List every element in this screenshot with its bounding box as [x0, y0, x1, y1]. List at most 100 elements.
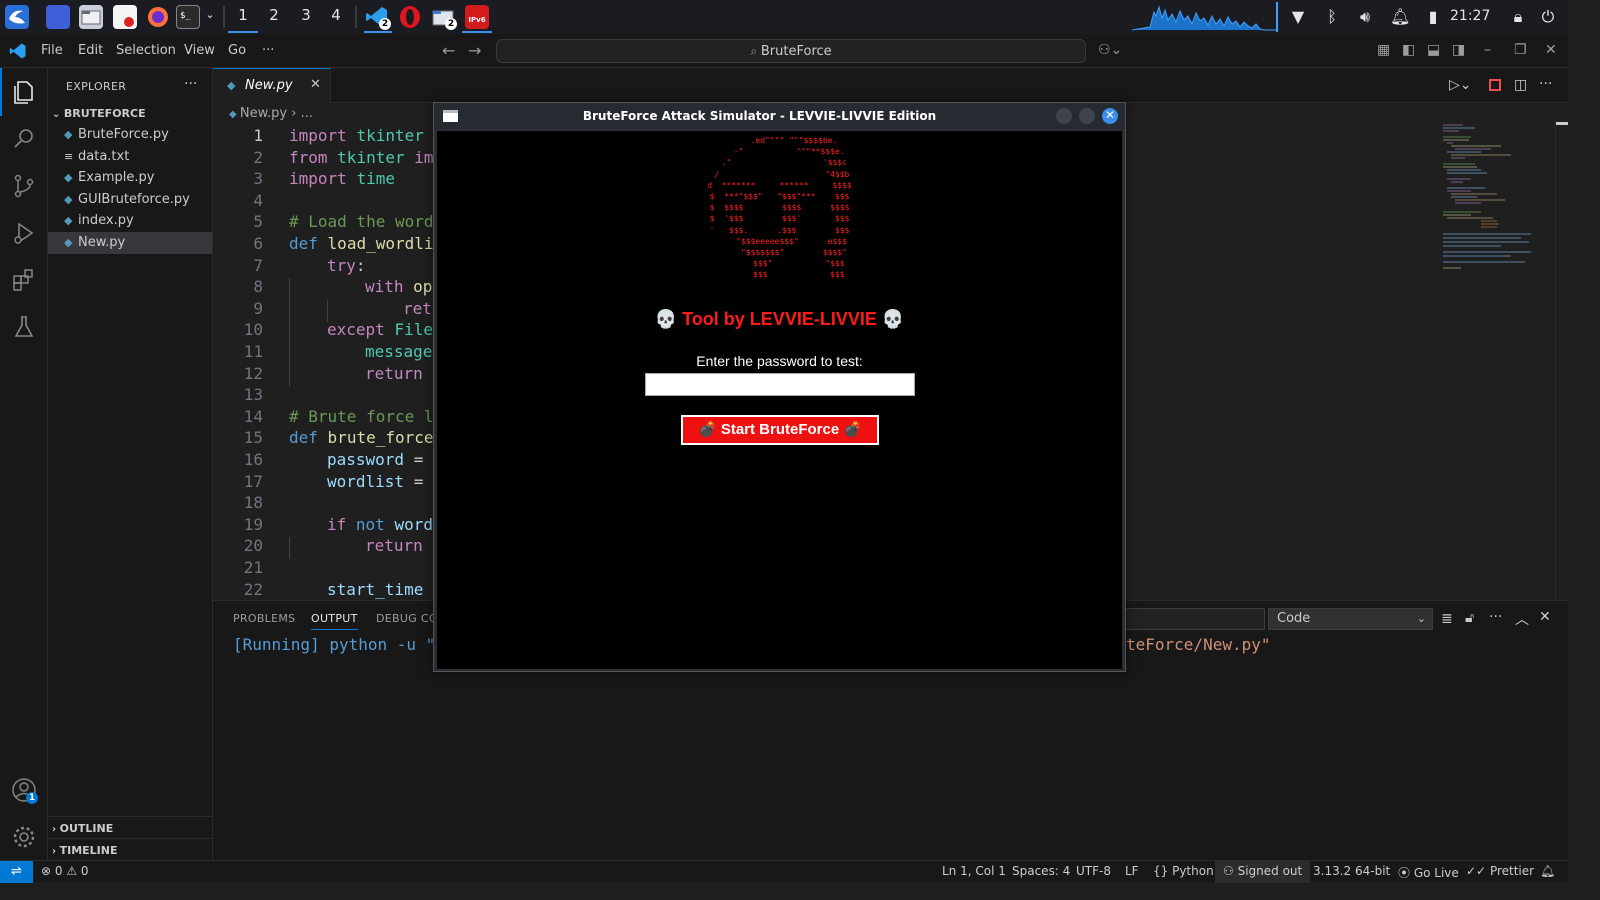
account-status[interactable]: ⚇ Signed out: [1215, 861, 1311, 883]
workspace-3[interactable]: 3: [296, 6, 316, 24]
remote-indicator-icon[interactable]: ⇌: [0, 861, 33, 883]
breadcrumb-symbol[interactable]: ...: [301, 106, 313, 121]
stop-icon[interactable]: [1489, 79, 1501, 91]
close-panel-icon[interactable]: ✕: [1539, 609, 1551, 625]
run-debug-icon[interactable]: [10, 219, 38, 247]
notification-bell-icon[interactable]: 🔔︎: [1390, 7, 1410, 26]
tk-titlebar[interactable]: BruteForce Attack Simulator - LEVVIE-LIV…: [434, 103, 1125, 129]
file-item[interactable]: ◆ BruteForce.py: [48, 124, 212, 146]
copilot-icon[interactable]: ⚇⌄: [1098, 42, 1122, 58]
tab-new-py[interactable]: ◆ New.py ✕: [213, 68, 331, 103]
tab-problems[interactable]: PROBLEMS: [233, 612, 295, 625]
power-icon[interactable]: ⏻: [1538, 7, 1558, 27]
start-bruteforce-button[interactable]: 💣 Start BruteForce 💣: [681, 415, 879, 445]
line-ending[interactable]: LF: [1125, 864, 1139, 878]
battery-icon[interactable]: ▮: [1423, 7, 1443, 26]
workspace-1[interactable]: 1: [233, 6, 253, 24]
menu-edit[interactable]: Edit: [78, 43, 103, 58]
menu-file[interactable]: File: [41, 43, 63, 58]
bluetooth-icon[interactable]: ᛒ: [1322, 7, 1342, 26]
minimize-icon[interactable]: –: [1484, 42, 1491, 58]
files-taskbar-icon[interactable]: 2: [431, 5, 457, 30]
file-item[interactable]: ≡ data.txt: [48, 146, 212, 168]
workspace-2[interactable]: 2: [264, 6, 284, 24]
editor-more-icon[interactable]: ···: [1539, 76, 1552, 92]
search-view-icon[interactable]: [10, 125, 38, 153]
settings-gear-icon[interactable]: [10, 823, 38, 851]
opera-icon[interactable]: [398, 5, 422, 29]
editor-scrollbar[interactable]: [1555, 122, 1568, 600]
volume-icon[interactable]: 🔊︎: [1355, 7, 1375, 27]
clear-output-icon[interactable]: ≣: [1441, 611, 1453, 627]
restore-icon[interactable]: ❐: [1514, 42, 1527, 58]
text-editor-icon[interactable]: [113, 5, 137, 29]
file-item-selected[interactable]: ◆ New.py: [48, 232, 212, 254]
language-mode[interactable]: {} Python: [1153, 864, 1214, 878]
explorer-icon[interactable]: [10, 78, 38, 106]
command-center[interactable]: ⌕ BruteForce: [496, 39, 1086, 63]
tk-maximize-button[interactable]: [1079, 108, 1095, 124]
toggle-secondary-sidebar-icon[interactable]: ◨: [1452, 42, 1465, 58]
file-item[interactable]: ◆ index.py: [48, 210, 212, 232]
lock-icon[interactable]: 🔒︎: [1508, 7, 1528, 27]
line-number: 2: [253, 148, 263, 167]
clock[interactable]: 21:27: [1450, 8, 1490, 24]
terminal-icon[interactable]: $_: [176, 5, 200, 29]
wifi-icon[interactable]: ▼: [1288, 7, 1308, 26]
notifications-bell-icon[interactable]: 🔔︎: [1540, 864, 1555, 878]
forward-arrow-icon[interactable]: →: [468, 41, 481, 60]
indentation[interactable]: Spaces: 4: [1012, 864, 1070, 878]
tk-minimize-button[interactable]: [1056, 108, 1072, 124]
go-live-button[interactable]: ⦿ Go Live: [1398, 864, 1459, 881]
ipv6-app-icon[interactable]: IPv6: [465, 5, 489, 29]
lock-scroll-icon[interactable]: 🔓︎: [1465, 610, 1474, 626]
maximize-panel-icon[interactable]: ︿: [1515, 609, 1529, 629]
menu-more[interactable]: ···: [262, 43, 274, 58]
file-item[interactable]: ◆ GUIBruteforce.py: [48, 189, 212, 211]
toggle-panel-icon[interactable]: ⬓: [1427, 42, 1440, 58]
problems-counter[interactable]: ⊗ 0 ⚠ 0: [41, 864, 89, 878]
back-arrow-icon[interactable]: ←: [442, 41, 455, 60]
minimap[interactable]: [1441, 122, 1541, 282]
firefox-icon[interactable]: [146, 5, 170, 29]
chevron-down-icon: ⌄: [52, 109, 64, 120]
run-file-icon[interactable]: ▷⌄: [1449, 77, 1472, 93]
source-control-icon[interactable]: [10, 172, 38, 200]
breadcrumb-file[interactable]: New.py: [240, 106, 287, 121]
split-editor-icon[interactable]: ◫: [1514, 77, 1527, 93]
file-manager-icon[interactable]: [79, 5, 103, 29]
chevron-down-icon[interactable]: ⌄: [200, 8, 220, 21]
timeline-section[interactable]: › TIMELINE: [52, 844, 118, 857]
prettier-status[interactable]: ✓✓ Prettier: [1466, 864, 1534, 878]
workspace-4[interactable]: 4: [326, 6, 346, 24]
customize-layout-icon[interactable]: ▦: [1377, 42, 1390, 58]
accounts-icon[interactable]: 1: [10, 776, 38, 804]
output-filter-input[interactable]: [1125, 608, 1265, 630]
tab-debug-console[interactable]: DEBUG CO: [376, 612, 438, 625]
password-input[interactable]: [645, 373, 915, 396]
extensions-icon[interactable]: [10, 266, 38, 294]
encoding[interactable]: UTF-8: [1076, 864, 1111, 878]
toggle-sidebar-icon[interactable]: ◧: [1402, 42, 1415, 58]
cursor-position[interactable]: Ln 1, Col 1: [942, 864, 1006, 878]
desktop-icon[interactable]: [46, 5, 70, 29]
file-name: Example.py: [78, 170, 155, 185]
menu-view[interactable]: View: [184, 43, 215, 58]
tk-close-button[interactable]: ✕: [1102, 108, 1118, 124]
outline-section[interactable]: › OUTLINE: [52, 822, 113, 835]
tab-output[interactable]: OUTPUT: [311, 612, 358, 630]
indent-guide: [327, 300, 328, 322]
folder-header[interactable]: ⌄ BRUTEFORCE: [52, 107, 146, 120]
app-launcher-icon[interactable]: [5, 5, 29, 29]
python-interpreter[interactable]: 3.13.2 64-bit: [1313, 864, 1390, 878]
panel-more-icon[interactable]: ···: [1489, 609, 1502, 625]
output-channel-select[interactable]: Code ⌄: [1268, 608, 1433, 630]
file-item[interactable]: ◆ Example.py: [48, 167, 212, 189]
tab-close-icon[interactable]: ✕: [310, 77, 321, 92]
menu-selection[interactable]: Selection: [116, 43, 176, 58]
testing-flask-icon[interactable]: [10, 313, 38, 341]
explorer-more-icon[interactable]: ···: [184, 76, 197, 92]
menu-go[interactable]: Go: [228, 43, 246, 58]
vscode-taskbar-icon[interactable]: 2: [365, 5, 391, 30]
close-window-icon[interactable]: ✕: [1545, 42, 1557, 58]
